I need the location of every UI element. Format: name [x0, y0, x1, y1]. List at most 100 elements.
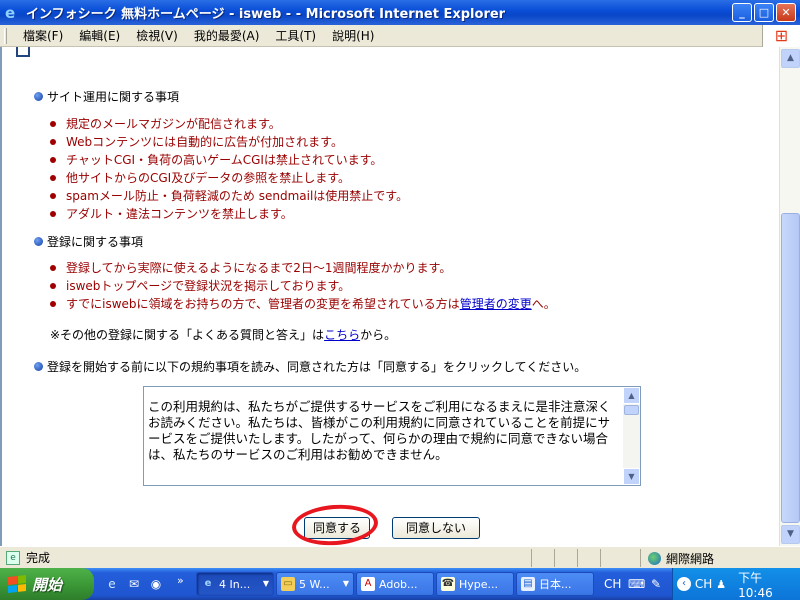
- list-item-text: 他サイトからのCGI及びデータの参照を禁止します。: [66, 171, 351, 185]
- faq-note-suffix: から。: [360, 328, 397, 342]
- list-item-text: アダルト・違法コンテンツを禁止します。: [66, 207, 293, 221]
- section-heading-text: 登録に関する事項: [47, 235, 144, 249]
- list-item: 規定のメールマガジンが配信されます。: [50, 115, 408, 133]
- list-item-text: 規定のメールマガジンが配信されます。: [66, 117, 281, 131]
- window-controls: _ □ ✕: [732, 3, 796, 22]
- section-heading-text: サイト運用に関する事項: [47, 90, 180, 104]
- status-bar: e 完成 網際網路: [0, 546, 800, 568]
- list-item: 他サイトからのCGI及びデータの参照を禁止します。: [50, 169, 408, 187]
- status-divider: [554, 549, 555, 567]
- menu-edit[interactable]: 編輯(E): [71, 27, 128, 44]
- security-zone: 網際網路: [648, 550, 714, 567]
- blue-bullet-icon: [34, 237, 43, 246]
- menu-favorites[interactable]: 我的最愛(A): [186, 27, 268, 44]
- task-label: 5 W...: [299, 577, 330, 591]
- task-button-hyperterminal[interactable]: ☎ Hype...: [436, 572, 514, 596]
- pen-icon[interactable]: ✎: [648, 576, 664, 592]
- list-item-text: 登録してから実際に使えるようになるまで2日〜1週間程度かかります。: [66, 261, 452, 275]
- list-item: すでにiswebに領域をお持ちの方で、管理者の変更を希望されている方は 管理者の変…: [50, 295, 556, 313]
- globe-icon: [648, 552, 661, 565]
- page-scroll-thumb[interactable]: [781, 213, 800, 523]
- quicklaunch-ie-icon[interactable]: e: [104, 576, 120, 592]
- page-viewport[interactable]: サイト運用に関する事項 規定のメールマガジンが配信されます。 Webコンテンツに…: [0, 47, 779, 546]
- faq-note: ※その他の登録に関する「よくある質問と答え」はこちらから。: [50, 326, 396, 343]
- menu-tools[interactable]: 工具(T): [267, 27, 324, 44]
- close-button[interactable]: ✕: [776, 3, 796, 22]
- red-bullet-icon: [50, 193, 56, 199]
- menu-file[interactable]: 檔案(F): [15, 27, 71, 44]
- task-label: 日本...: [539, 578, 572, 591]
- system-tray: ‹ CH ♟ 下午 10:46: [672, 568, 800, 600]
- minimize-button[interactable]: _: [732, 3, 752, 22]
- section-heading-terms: 登録を開始する前に以下の規約事項を読み、同意された方は「同意する」をクリックして…: [34, 358, 586, 375]
- list-item-text: Webコンテンツには自動的に広告が付加されます。: [66, 135, 343, 149]
- list-item: 登録してから実際に使えるようになるまで2日〜1週間程度かかります。: [50, 259, 556, 277]
- menu-view[interactable]: 檢視(V): [128, 27, 186, 44]
- user-status-icon[interactable]: ♟: [716, 578, 726, 591]
- red-circle-annotation: [290, 502, 380, 546]
- section-heading-site-operation: サイト運用に関する事項: [34, 88, 179, 105]
- section-heading-text: 登録を開始する前に以下の規約事項を読み、同意された方は「同意する」をクリックして…: [47, 360, 587, 374]
- start-button[interactable]: 開始: [0, 568, 94, 600]
- terms-scroll-thumb[interactable]: [624, 405, 639, 415]
- terms-scrollbar[interactable]: ▲ ▼: [623, 387, 640, 485]
- list-item: spamメール防止・負荷軽減のため sendmailは使用禁止です。: [50, 187, 408, 205]
- folder-icon: ▭: [281, 577, 295, 591]
- start-label: 開始: [32, 575, 63, 594]
- tray-expand-icon[interactable]: ‹: [677, 577, 691, 591]
- task-button-ie[interactable]: e 4 In... ▼: [196, 572, 274, 596]
- scroll-down-icon[interactable]: ▼: [623, 468, 640, 485]
- task-button-document[interactable]: ▤ 日本...: [516, 572, 594, 596]
- list-item: Webコンテンツには自動的に広告が付加されます。: [50, 133, 408, 151]
- admin-change-link[interactable]: 管理者の変更: [460, 295, 532, 313]
- hyperterminal-icon: ☎: [441, 577, 455, 591]
- quicklaunch-expand-icon[interactable]: »: [177, 574, 184, 587]
- list-item-text: へ。: [531, 297, 556, 311]
- acrobat-icon: A: [361, 577, 375, 591]
- windows-logo-icon: ⊞: [762, 25, 800, 47]
- maximize-button[interactable]: □: [754, 3, 774, 22]
- scroll-down-icon[interactable]: ▼: [781, 525, 800, 544]
- ie-icon: e: [204, 578, 212, 589]
- faq-link[interactable]: こちら: [324, 328, 360, 342]
- clock[interactable]: 下午 10:46: [738, 569, 800, 600]
- language-indicator[interactable]: CH: [604, 577, 621, 591]
- scroll-up-icon[interactable]: ▲: [781, 49, 800, 68]
- scroll-up-icon[interactable]: ▲: [623, 387, 640, 404]
- red-bullet-icon: [50, 175, 56, 181]
- page-done-icon: e: [6, 550, 20, 565]
- registration-list: 登録してから実際に使えるようになるまで2日〜1週間程度かかります。 iswebト…: [50, 259, 556, 313]
- quicklaunch-outlook-icon[interactable]: ✉: [126, 576, 142, 592]
- quicklaunch-media-icon[interactable]: ◉: [148, 576, 164, 592]
- list-item: チャットCGI・負荷の高いゲームCGIは禁止されています。: [50, 151, 408, 169]
- task-label: Adob...: [379, 577, 418, 591]
- disagree-button[interactable]: 同意しない: [392, 517, 480, 539]
- red-bullet-icon: [50, 265, 56, 271]
- task-button-acrobat[interactable]: A Adob...: [356, 572, 434, 596]
- status-text: 完成: [26, 551, 51, 565]
- task-group-caret-icon: ▼: [342, 579, 349, 588]
- task-group-caret-icon: ▼: [262, 579, 269, 588]
- status-divider: [600, 549, 601, 567]
- terms-text: この利用規約は、私たちがご提供するサービスをご利用になるまえに是非注意深くお読み…: [148, 399, 611, 462]
- toolbar-grip[interactable]: [4, 27, 7, 44]
- status-divider: [531, 549, 532, 567]
- red-bullet-icon: [50, 121, 56, 127]
- window-title: インフォシーク 無料ホームページ - isweb - - Microsoft I…: [26, 7, 506, 22]
- taskbar: 開始 e ✉ ◉ » e 4 In... ▼ ▭ 5 W... ▼ A Adob…: [0, 568, 800, 600]
- zone-label: 網際網路: [666, 552, 715, 566]
- task-button-folder[interactable]: ▭ 5 W... ▼: [276, 572, 354, 596]
- menu-help[interactable]: 說明(H): [324, 27, 382, 44]
- list-item-text: チャットCGI・負荷の高いゲームCGIは禁止されています。: [66, 153, 383, 167]
- keyboard-icon[interactable]: ⌨: [628, 576, 645, 592]
- page-scrollbar[interactable]: ▲ ▼: [779, 47, 800, 546]
- terms-textarea[interactable]: この利用規約は、私たちがご提供するサービスをご利用になるまえに是非注意深くお読み…: [143, 386, 641, 486]
- tray-language-indicator[interactable]: CH: [695, 577, 712, 591]
- status-divider: [640, 549, 641, 567]
- red-bullet-icon: [50, 283, 56, 289]
- page-top-graphic: [16, 47, 30, 57]
- red-bullet-icon: [50, 211, 56, 217]
- task-label: Hype...: [459, 577, 499, 591]
- title-bar[interactable]: e インフォシーク 無料ホームページ - isweb - - Microsoft…: [0, 0, 800, 25]
- red-bullet-icon: [50, 139, 56, 145]
